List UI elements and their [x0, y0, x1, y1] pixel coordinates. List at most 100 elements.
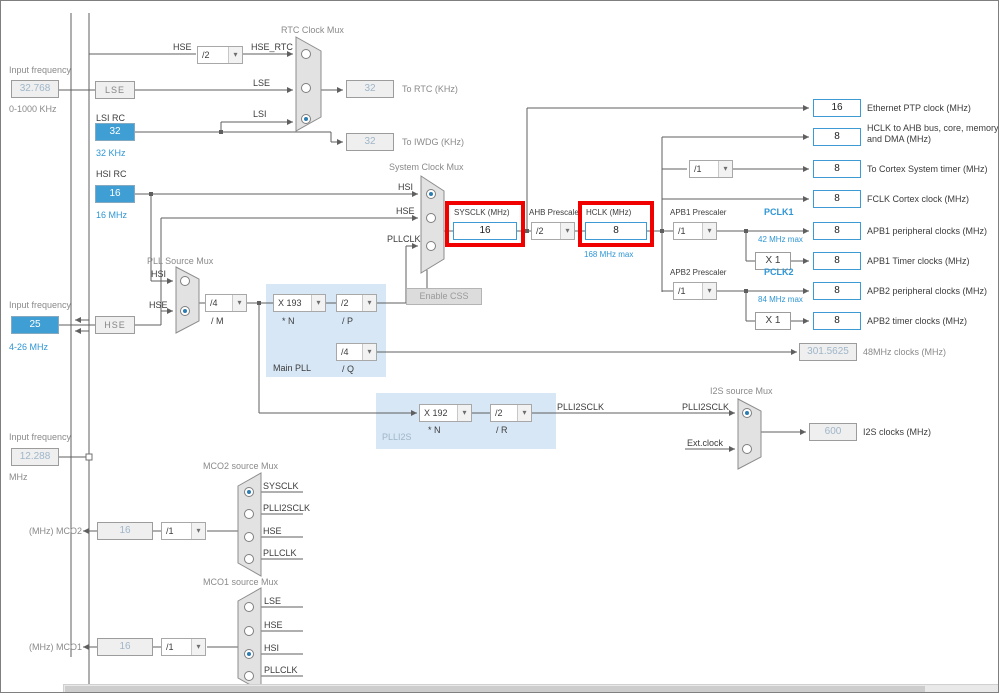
- lse-range-label: 0-1000 KHz: [9, 104, 57, 114]
- pll-hse-wire-label: HSE: [149, 300, 168, 310]
- hclk-label: HCLK (MHz): [586, 208, 632, 217]
- apb2-timer-clock-label: APB2 timer clocks (MHz): [867, 316, 968, 326]
- fclk-cortex-clock-input[interactable]: 8: [813, 190, 861, 208]
- hse-frequency-input[interactable]: 25: [11, 316, 59, 334]
- sysclk-mux-radio-hse[interactable]: [426, 213, 436, 223]
- mco2-mux-radio-hse[interactable]: [244, 532, 254, 542]
- pclk2-label: PCLK2: [764, 267, 794, 277]
- chevron-down-icon: ▾: [232, 295, 246, 311]
- cortex-timer-divider-select[interactable]: /1 ▾: [689, 160, 733, 178]
- apb1-prescaler-label: APB1 Prescaler: [670, 208, 727, 217]
- enable-css-button[interactable]: Enable CSS: [406, 288, 482, 305]
- plli2s-block-label: PLLI2S: [382, 432, 412, 442]
- mco1-mux-radio-lse[interactable]: [244, 602, 254, 612]
- rtc-lsi-wire-label: LSI: [253, 109, 267, 119]
- system-clock-mux-title: System Clock Mux: [389, 162, 464, 172]
- i2s-mux-extclock-label: Ext.clock: [687, 438, 724, 448]
- apb2-prescaler-select[interactable]: /1 ▾: [673, 282, 717, 300]
- sys-hse-wire-label: HSE: [396, 206, 415, 216]
- apb2-timer-clock-input[interactable]: 8: [813, 312, 861, 330]
- chevron-down-icon: ▾: [191, 639, 205, 655]
- horizontal-scrollbar-thumb[interactable]: [65, 686, 925, 692]
- apb1-peripheral-clock-label: APB1 peripheral clocks (MHz): [867, 226, 988, 236]
- horizontal-scrollbar[interactable]: [63, 684, 998, 692]
- chevron-down-icon: ▾: [191, 523, 205, 539]
- mco2-mux-title: MCO2 source Mux: [203, 461, 279, 471]
- chevron-down-icon: ▾: [517, 405, 531, 421]
- cortex-timer-clock-input[interactable]: 8: [813, 160, 861, 178]
- mco1-mux-radio-hse[interactable]: [244, 626, 254, 636]
- cortex-timer-clock-label: To Cortex System timer (MHz): [867, 164, 988, 174]
- mco1-mux-radio-selected-dot: [247, 652, 251, 656]
- ethernet-ptp-clock-input[interactable]: 16: [813, 99, 861, 117]
- pll-m-label: / M: [211, 316, 224, 326]
- apb1-prescaler-select[interactable]: /1 ▾: [673, 222, 717, 240]
- pclk1-max-label: 42 MHz max: [758, 235, 803, 244]
- apb1-peripheral-clock-input[interactable]: 8: [813, 222, 861, 240]
- pll-mux-radio-hsi[interactable]: [180, 276, 190, 286]
- plli2s-r-label: / R: [496, 425, 508, 435]
- i2s-ckin-frequency-input: 12.288: [11, 448, 59, 466]
- ethernet-ptp-clock-label: Ethernet PTP clock (MHz): [867, 103, 971, 113]
- i2s-clock-label: I2S clocks (MHz): [863, 427, 932, 437]
- rtc-lse-wire-label: LSE: [253, 78, 271, 88]
- mco2-input-sysclk-label: SYSCLK: [263, 481, 299, 491]
- bus-junction-square: [85, 453, 93, 461]
- sysclk-label: SYSCLK (MHz): [454, 208, 510, 217]
- lsi-frequency-box: 32: [95, 123, 135, 141]
- rtc-mux-radio-hse-rtc[interactable]: [301, 49, 311, 59]
- pll-p-label: / P: [342, 316, 354, 326]
- chevron-down-icon: ▾: [702, 223, 716, 239]
- chevron-down-icon: ▾: [457, 405, 471, 421]
- hclk-input[interactable]: 8: [585, 222, 647, 240]
- pll-hsi-wire-label: HSI: [151, 269, 167, 279]
- pll-mux-radio-selected-dot: [183, 309, 187, 313]
- plli2s-n-multiplier-select[interactable]: X 192 ▾: [419, 404, 472, 422]
- apb2-prescaler-label: APB2 Prescaler: [670, 268, 727, 277]
- mco1-mux-radio-pllclk[interactable]: [244, 671, 254, 681]
- clock-configuration-diagram: Input frequency 32.768 0-1000 KHz LSE LS…: [0, 0, 999, 693]
- plli2s-r-divider-select[interactable]: /2 ▾: [490, 404, 532, 422]
- pll-p-divider-select[interactable]: /2 ▾: [336, 294, 377, 312]
- mco2-divider-value: /1: [166, 526, 174, 536]
- mco2-input-pllclk-label: PLLCLK: [263, 548, 297, 558]
- lsi-freq-label: 32 KHz: [96, 148, 126, 158]
- chevron-down-icon: ▾: [560, 223, 574, 239]
- chevron-down-icon: ▾: [702, 283, 716, 299]
- plli2s-n-multiplier-value: X 192: [424, 408, 448, 418]
- pll-m-divider-select[interactable]: /4 ▾: [205, 294, 247, 312]
- apb1-timer-clock-input[interactable]: 8: [813, 252, 861, 270]
- sysclk-input[interactable]: 16: [453, 222, 517, 240]
- hse-range-label: 4-26 MHz: [9, 342, 49, 352]
- pll-n-multiplier-select[interactable]: X 193 ▾: [273, 294, 326, 312]
- mco1-divider-value: /1: [166, 642, 174, 652]
- mco2-divider-select[interactable]: /1 ▾: [161, 522, 206, 540]
- apb2-peripheral-clock-input[interactable]: 8: [813, 282, 861, 300]
- main-pll-block-label: Main PLL: [273, 363, 312, 373]
- ahb-prescaler-select[interactable]: /2 ▾: [531, 222, 575, 240]
- i2s-mux-radio-selected-dot: [745, 411, 749, 415]
- mco1-divider-select[interactable]: /1 ▾: [161, 638, 206, 656]
- mco1-value-box: 16: [97, 638, 153, 656]
- rtc-hse-divider-select[interactable]: /2 ▾: [197, 46, 243, 64]
- mco2-mux-radio-pllclk[interactable]: [244, 554, 254, 564]
- i2s-mux-radio-extclock[interactable]: [742, 444, 752, 454]
- pll-m-divider-value: /4: [210, 298, 218, 308]
- plli2s-n-label: * N: [428, 425, 441, 435]
- mco1-pin-label: (MHz) MCO1: [29, 642, 82, 652]
- hclk-ahb-bus-input[interactable]: 8: [813, 128, 861, 146]
- chevron-down-icon: ▾: [362, 344, 376, 360]
- to-rtc-value-box: 32: [346, 80, 394, 98]
- wires: [59, 13, 809, 689]
- i2s-ckin-input-frequency-label: Input frequency: [9, 432, 72, 442]
- sysclk-mux-radio-pllclk[interactable]: [426, 241, 436, 251]
- pll-n-label: * N: [282, 316, 295, 326]
- rtc-mux-radio-selected-dot: [304, 117, 308, 121]
- plli2sclk-wire-label: PLLI2SCLK: [557, 402, 605, 412]
- pll-q-divider-select[interactable]: /4 ▾: [336, 343, 377, 361]
- pll-q-label: / Q: [342, 364, 355, 374]
- rtc-hse-divider-value: /2: [202, 50, 210, 60]
- mco2-mux-radio-plli2sclk[interactable]: [244, 509, 254, 519]
- to-iwdg-value-box: 32: [346, 133, 394, 151]
- rtc-mux-radio-lse[interactable]: [301, 83, 311, 93]
